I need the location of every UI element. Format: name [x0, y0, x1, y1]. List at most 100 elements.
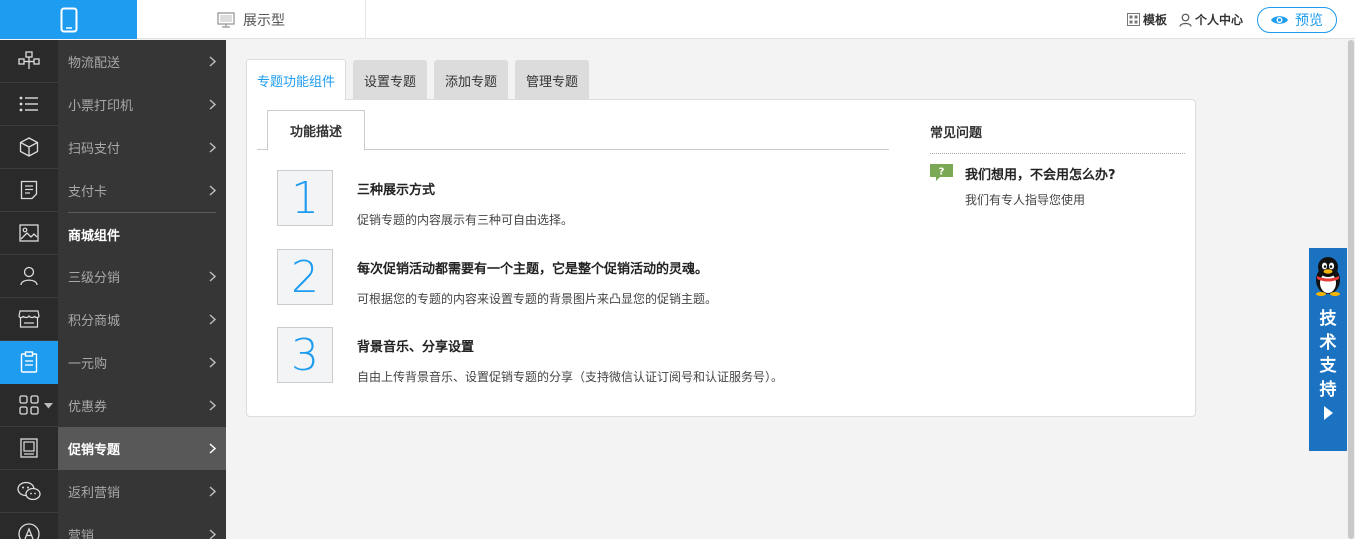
preview-button[interactable]: 预览 [1257, 6, 1337, 33]
submenu-item-rebate[interactable]: 返利营销 [58, 470, 226, 513]
chevron-right-icon [209, 314, 216, 325]
tab-feature-description[interactable]: 功能描述 [267, 110, 365, 151]
grid-icon [19, 395, 39, 415]
feature-description: 自由上传背景音乐、设置促销专题的分享（支持微信认证订阅号和认证服务号）。 [357, 370, 784, 384]
preview-label: 预览 [1295, 12, 1323, 29]
qq-penguin-icon [1316, 257, 1340, 296]
submenu-item-label: 优惠券 [68, 400, 108, 415]
tech-support-label: 技术支持 [1319, 309, 1337, 400]
top-bar: 展示型 模板 个人中心 预览 [0, 0, 1355, 39]
mobile-device-tab[interactable] [0, 0, 137, 39]
faq-question-row[interactable]: ? 我们想用，不会用怎么办? [930, 164, 1185, 183]
submenu-item-printer[interactable]: 小票打印机 [58, 83, 226, 126]
submenu-panel: 物流配送 小票打印机 扫码支付 支付卡 商城组件 三级分销 积分商城 一元购 优… [58, 40, 226, 539]
submenu-section-header: 商城组件 [68, 228, 121, 244]
feature-number: 3 [277, 327, 333, 383]
chevron-right-icon [209, 443, 216, 454]
chevron-right-icon [209, 400, 216, 411]
tab-manage-topic[interactable]: 管理专题 [515, 60, 590, 100]
sidebar-icon-store[interactable] [0, 298, 58, 341]
list-icon [19, 96, 38, 112]
faq-answer: 我们有专人指导您使用 [965, 193, 1086, 207]
user-icon [1179, 13, 1192, 27]
top-right-actions: 模板 个人中心 预览 [1126, 0, 1337, 39]
appstore-icon [18, 523, 40, 539]
tech-support-widget[interactable]: 技术支持 [1309, 248, 1347, 451]
topic-tabs: 专题功能组件 设置专题 添加专题 管理专题 [246, 59, 590, 100]
frame-icon [20, 438, 38, 458]
submenu-item-label: 扫码支付 [68, 142, 121, 157]
feature-description: 促销专题的内容展示有三种可自由选择。 [357, 213, 574, 227]
feature-description: 可根据您的专题的内容来设置专题的背景图片来凸显您的促销主题。 [357, 292, 718, 306]
submenu-item-label: 一元购 [68, 357, 108, 372]
tab-components[interactable]: 专题功能组件 [246, 59, 347, 100]
submenu-item-label: 营销 [68, 529, 95, 539]
feature-title: 背景音乐、分享设置 [357, 340, 475, 355]
feature-item: 3 背景音乐、分享设置 自由上传背景音乐、设置促销专题的分享（支持微信认证订阅号… [277, 327, 783, 385]
chevron-right-icon [209, 142, 216, 153]
sidebar-icon-member[interactable] [0, 255, 58, 298]
submenu-item-label: 积分商城 [68, 314, 121, 329]
sidebar-icon-apps[interactable] [0, 384, 58, 427]
template-label: 模板 [1142, 13, 1167, 27]
image-icon [19, 224, 39, 242]
icon-sidebar [0, 40, 58, 539]
faq-question: 我们想用，不会用怎么办? [965, 168, 1116, 183]
chevron-right-icon [209, 486, 216, 497]
submenu-item-coupon[interactable]: 优惠券 [58, 384, 226, 427]
chevron-right-icon [209, 56, 216, 67]
clipboard-icon [20, 351, 38, 373]
submenu-item-logistics[interactable]: 物流配送 [58, 40, 226, 83]
display-type-tab[interactable]: 展示型 [137, 0, 366, 39]
submenu-item-one-yuan[interactable]: 一元购 [58, 341, 226, 384]
sidebar-icon-frame[interactable] [0, 427, 58, 470]
feature-number: 1 [277, 170, 333, 226]
monitor-icon [217, 11, 235, 28]
user-center-link[interactable]: 个人中心 [1179, 11, 1243, 28]
scrollbar-thumb[interactable] [1348, 40, 1354, 539]
submenu-item-label: 返利营销 [68, 486, 121, 501]
sidebar-icon-pay-card[interactable] [0, 169, 58, 212]
sidebar-icon-logistics[interactable] [0, 40, 58, 83]
page-scrollbar[interactable] [1347, 40, 1355, 539]
eye-icon [1271, 15, 1288, 24]
user-center-label: 个人中心 [1194, 13, 1243, 27]
submenu-item-points-mall[interactable]: 积分商城 [58, 298, 226, 341]
submenu-item-distribution[interactable]: 三级分销 [58, 255, 226, 298]
sidebar-icon-appstore[interactable] [0, 513, 58, 539]
submenu-item-promotion-topic[interactable]: 促销专题 [58, 427, 226, 470]
caret-down-icon [44, 403, 53, 409]
display-type-label: 展示型 [243, 12, 285, 29]
chevron-right-icon [209, 357, 216, 368]
inner-tab-strip: 功能描述 [257, 110, 889, 151]
question-badge-icon: ? [930, 164, 953, 181]
submenu-item-pay-card[interactable]: 支付卡 [58, 169, 226, 212]
sidebar-icon-marketing[interactable] [0, 341, 58, 384]
chevron-right-icon [209, 271, 216, 282]
chevron-right-icon [209, 185, 216, 196]
sidebar-icon-gallery[interactable] [0, 212, 58, 255]
sidebar-icon-wechat[interactable] [0, 470, 58, 513]
sidebar-icon-printer[interactable] [0, 83, 58, 126]
submenu-item-marketing[interactable]: 营销 [58, 513, 226, 539]
tab-settings[interactable]: 设置专题 [353, 60, 428, 100]
submenu-item-label: 支付卡 [68, 185, 108, 200]
submenu-item-scan-pay[interactable]: 扫码支付 [58, 126, 226, 169]
template-icon [1126, 13, 1140, 26]
tab-add-topic[interactable]: 添加专题 [434, 60, 509, 100]
feature-title: 三种展示方式 [357, 183, 436, 198]
feature-item: 1 三种展示方式 促销专题的内容展示有三种可自由选择。 [277, 170, 573, 228]
content-panel: 功能描述 1 三种展示方式 促销专题的内容展示有三种可自由选择。 2 每次促销活… [246, 99, 1196, 417]
feature-number: 2 [277, 249, 333, 305]
faq-title: 常见问题 [930, 122, 1185, 154]
person-icon [20, 266, 38, 286]
question-badge-glyph: ? [939, 167, 945, 178]
submenu-item-label: 促销专题 [68, 443, 121, 458]
submenu-item-label: 物流配送 [68, 56, 121, 71]
org-chart-icon [18, 51, 40, 69]
notepad-icon [20, 180, 38, 200]
template-link[interactable]: 模板 [1126, 11, 1167, 28]
sidebar-icon-scan-pay[interactable] [0, 126, 58, 169]
smartphone-icon [60, 7, 77, 32]
cube-icon [19, 137, 39, 157]
